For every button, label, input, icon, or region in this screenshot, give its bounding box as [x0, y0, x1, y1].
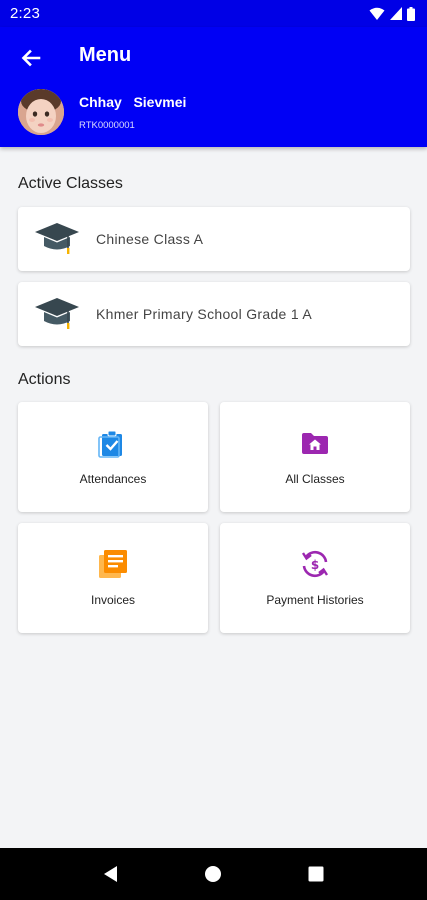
user-name: Chhay Sievmei [79, 94, 187, 110]
class-card-khmer-primary-grade-1a[interactable]: Khmer Primary School Grade 1 A [18, 282, 410, 346]
status-icons [369, 6, 415, 21]
clipboard-check-icon [98, 430, 122, 458]
home-circle-icon [205, 866, 222, 882]
back-button[interactable] [16, 43, 46, 73]
all-classes-button[interactable]: All Classes [220, 402, 410, 512]
avatar-photo [18, 89, 64, 135]
payment-history-icon: $ [301, 550, 329, 578]
back-triangle-icon [104, 866, 118, 882]
system-back-button[interactable] [91, 854, 131, 894]
action-label: Attendances [79, 472, 147, 486]
svg-text:$: $ [311, 558, 319, 572]
system-home-button[interactable] [193, 854, 233, 894]
class-card-chinese-class-a[interactable]: Chinese Class A [18, 207, 410, 271]
invoices-button[interactable]: Invoices [18, 523, 208, 633]
attendances-button[interactable]: Attendances [18, 402, 208, 512]
active-classes-heading: Active Classes [18, 175, 123, 192]
app-bar: Menu Chhay Sievmei RTK0000001 [0, 27, 427, 147]
class-name: Khmer Primary School Grade 1 A [96, 306, 312, 322]
system-nav-bar [0, 848, 427, 900]
arrow-back-icon [21, 49, 41, 67]
battery-icon [407, 6, 415, 21]
invoice-list-icon [99, 550, 127, 578]
action-label: Payment Histories [266, 593, 364, 607]
recents-square-icon [308, 866, 324, 882]
system-recents-button[interactable] [296, 854, 336, 894]
actions-heading: Actions [18, 371, 71, 388]
action-label: Invoices [90, 593, 136, 607]
folder-home-icon [302, 433, 328, 454]
status-bar: 2:23 [0, 0, 427, 27]
action-label: All Classes [285, 472, 345, 486]
status-time: 2:23 [10, 5, 40, 22]
page-title: Menu [79, 44, 132, 66]
avatar[interactable] [18, 89, 64, 135]
payment-histories-button[interactable]: $ Payment Histories [220, 523, 410, 633]
class-name: Chinese Class A [96, 231, 204, 247]
graduation-cap-icon [35, 298, 79, 329]
wifi-icon [369, 7, 385, 20]
user-id: RTK0000001 [79, 120, 135, 131]
graduation-cap-icon [35, 223, 79, 254]
signal-icon [390, 7, 402, 20]
